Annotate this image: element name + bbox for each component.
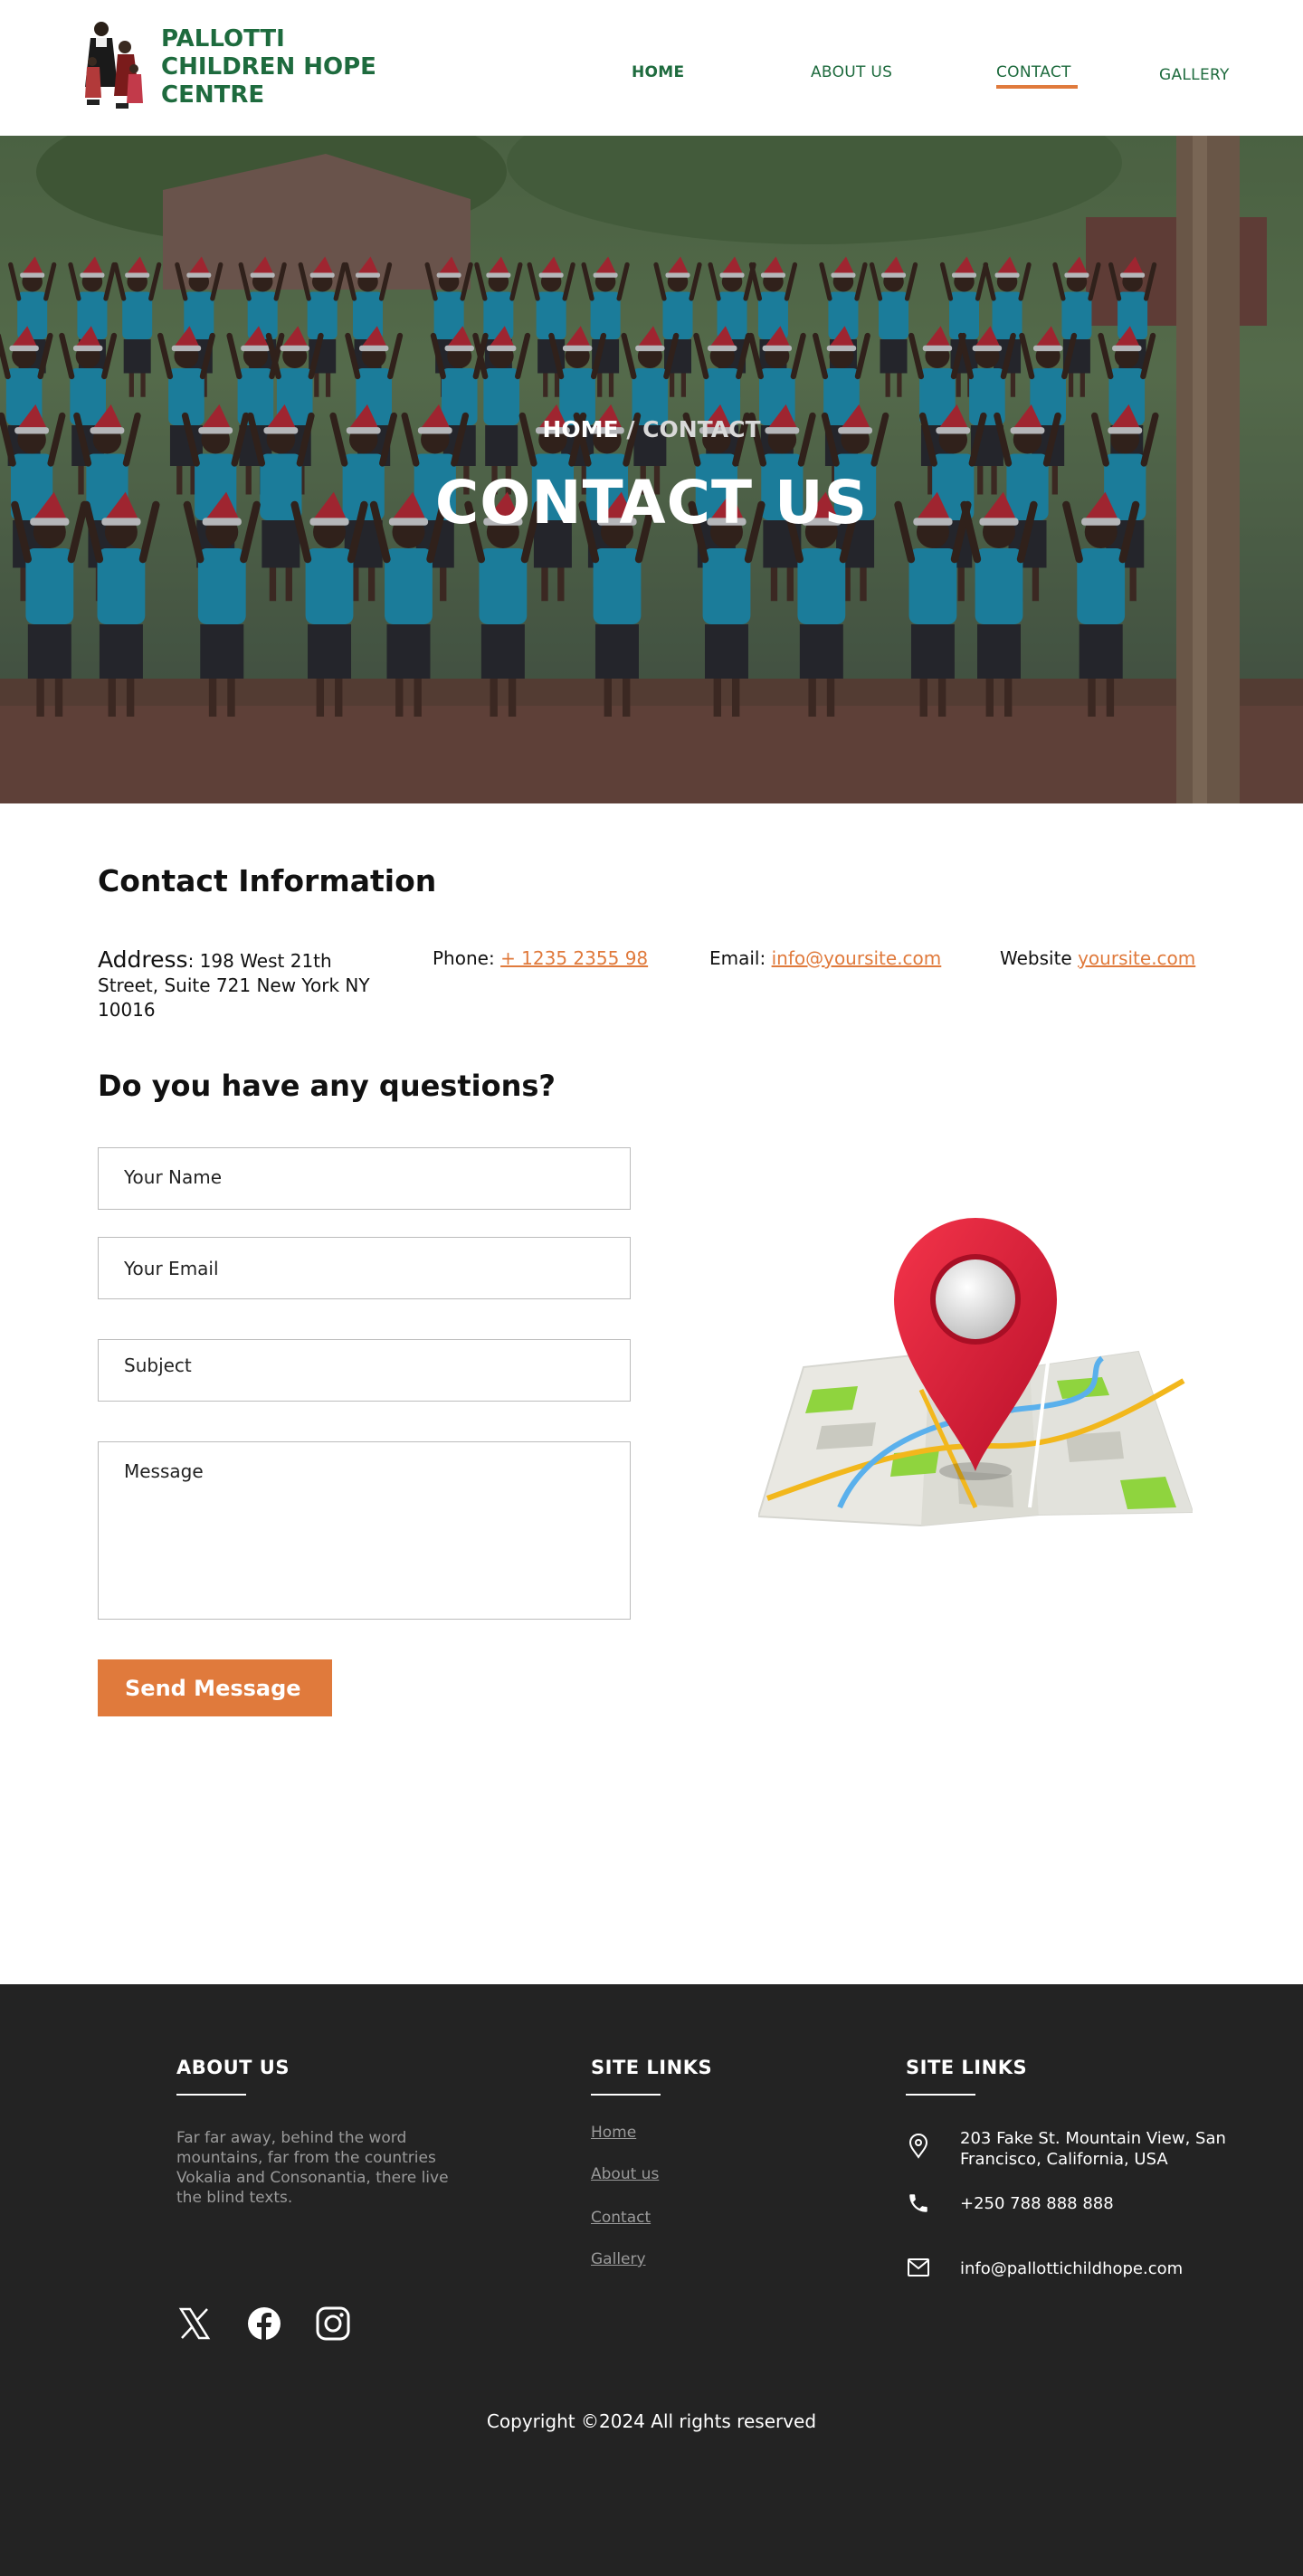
brand-name[interactable]: PALLOTTI CHILDREN HOPE CENTRE bbox=[161, 25, 378, 109]
footer-link-gallery[interactable]: Gallery bbox=[591, 2250, 646, 2268]
footer-links-divider bbox=[591, 2094, 661, 2096]
address-label: Address bbox=[98, 946, 188, 973]
copyright-text: Copyright ©2024 All rights reserved bbox=[486, 2410, 817, 2432]
phone-label: Phone: bbox=[433, 947, 501, 969]
brand-line-2: CHILDREN HOPE bbox=[161, 53, 376, 81]
contact-info-heading: Contact Information bbox=[98, 863, 437, 898]
phone-icon bbox=[909, 2194, 927, 2212]
message-field[interactable]: Message bbox=[98, 1441, 631, 1620]
footer-about-divider bbox=[176, 2094, 246, 2096]
footer-about-heading: ABOUT US bbox=[176, 2057, 290, 2078]
brand-line-1: PALLOTTI bbox=[161, 25, 285, 52]
footer-address: 203 Fake St. Mountain View, San Francisc… bbox=[960, 2129, 1226, 2169]
questions-heading: Do you have any questions? bbox=[98, 1069, 556, 1103]
brand-line-3: CENTRE bbox=[161, 81, 265, 109]
contact-website: Website yoursite.com bbox=[1000, 947, 1195, 969]
subject-field[interactable]: Subject bbox=[98, 1339, 631, 1402]
website-label: Website bbox=[1000, 947, 1079, 969]
mail-icon bbox=[908, 2258, 929, 2277]
facebook-icon[interactable] bbox=[246, 2305, 282, 2342]
nav-active-underline bbox=[996, 85, 1078, 89]
x-icon[interactable] bbox=[176, 2305, 213, 2342]
breadcrumb: HOME / CONTACT bbox=[0, 416, 1303, 442]
logo-image[interactable] bbox=[78, 16, 148, 112]
page-title: CONTACT US bbox=[434, 468, 869, 537]
contact-phone: Phone: + 1235 2355 98 bbox=[433, 947, 648, 969]
footer-link-about[interactable]: About us bbox=[591, 2165, 659, 2183]
contact-email: Email: info@yoursite.com bbox=[709, 947, 941, 969]
location-pin-icon bbox=[908, 2134, 928, 2159]
footer-email[interactable]: info@pallottichildhope.com bbox=[960, 2258, 1250, 2279]
footer-phone[interactable]: +250 788 888 888 bbox=[960, 2193, 1250, 2214]
name-field[interactable]: Your Name bbox=[98, 1147, 631, 1210]
site-header: PALLOTTI CHILDREN HOPE CENTRE HOME ABOUT… bbox=[0, 0, 1303, 136]
phone-link[interactable]: + 1235 2355 98 bbox=[500, 947, 648, 969]
footer-about-text: Far far away, behind the word mountains,… bbox=[176, 2129, 449, 2207]
nav-gallery[interactable]: GALLERY bbox=[1159, 66, 1230, 84]
footer-link-home[interactable]: Home bbox=[591, 2124, 636, 2142]
hero-banner: HOME / CONTACT CONTACT US bbox=[0, 136, 1303, 803]
nav-home[interactable]: HOME bbox=[632, 63, 684, 81]
breadcrumb-current: / CONTACT bbox=[626, 416, 761, 442]
website-link[interactable]: yoursite.com bbox=[1078, 947, 1195, 969]
footer-contact-heading: SITE LINKS bbox=[906, 2057, 1028, 2078]
footer-contact-divider bbox=[906, 2094, 975, 2096]
map-pin-illustration bbox=[758, 1218, 1193, 1527]
email-link[interactable]: info@yoursite.com bbox=[772, 947, 942, 969]
footer-links-heading: SITE LINKS bbox=[591, 2057, 713, 2078]
contact-address: Address: 198 West 21th Street, Suite 721… bbox=[98, 947, 396, 1022]
nav-contact[interactable]: CONTACT bbox=[996, 63, 1071, 81]
footer-link-contact[interactable]: Contact bbox=[591, 2209, 651, 2227]
breadcrumb-home[interactable]: HOME bbox=[542, 416, 618, 442]
email-field[interactable]: Your Email bbox=[98, 1237, 631, 1299]
nav-about-us[interactable]: ABOUT US bbox=[811, 63, 892, 81]
send-message-button[interactable]: Send Message bbox=[98, 1659, 332, 1716]
site-footer: ABOUT US Far far away, behind the word m… bbox=[0, 1984, 1303, 2576]
email-label: Email: bbox=[709, 947, 772, 969]
instagram-icon[interactable] bbox=[315, 2305, 351, 2342]
